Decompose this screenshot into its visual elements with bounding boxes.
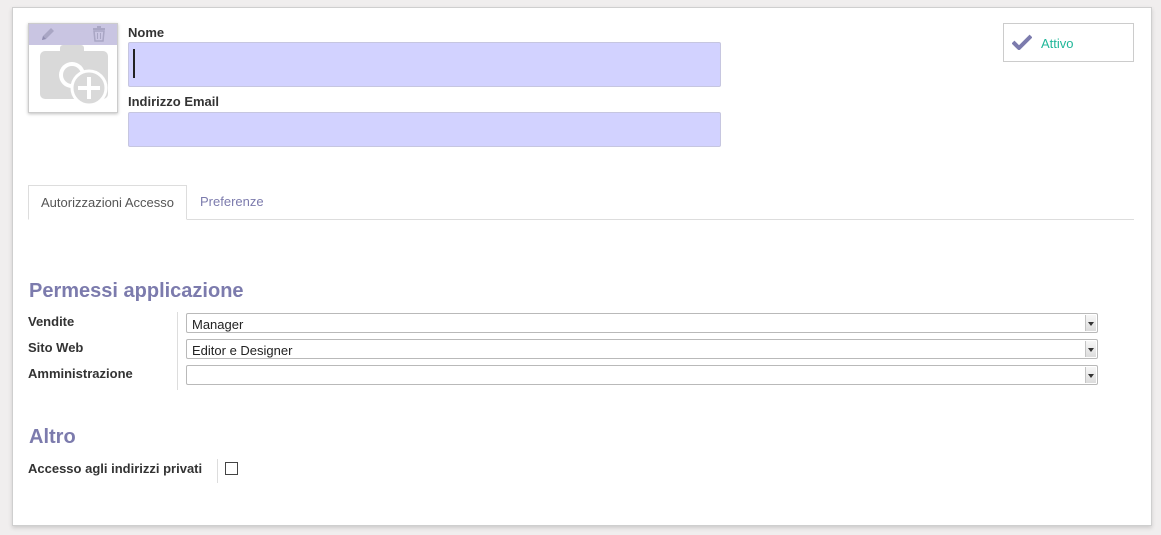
chevron-down-icon[interactable]: [1085, 367, 1096, 383]
active-label: Attivo: [1041, 36, 1074, 51]
permissions-separator: [177, 312, 178, 390]
name-input[interactable]: [128, 42, 721, 87]
avatar-image[interactable]: [28, 23, 118, 113]
website-select[interactable]: Editor e Designer: [186, 339, 1098, 359]
tab-access-rights[interactable]: Autorizzazioni Accesso: [28, 185, 187, 220]
sales-label: Vendite: [28, 314, 75, 329]
other-section-title: Altro: [29, 426, 76, 448]
name-label: Nome: [128, 25, 165, 40]
private-addresses-checkbox[interactable]: [225, 462, 238, 475]
email-label: Indirizzo Email: [128, 94, 220, 109]
sales-select[interactable]: Manager: [186, 313, 1098, 333]
active-toggle-button[interactable]: Attivo: [1003, 23, 1134, 62]
administration-select[interactable]: [186, 365, 1098, 385]
administration-label: Amministrazione: [28, 366, 133, 381]
chevron-down-icon[interactable]: [1085, 341, 1096, 357]
email-input[interactable]: [128, 112, 721, 147]
website-label: Sito Web: [28, 340, 84, 355]
name-field-wrapper: [128, 42, 721, 87]
private-addresses-label: Accesso agli indirizzi privati: [28, 461, 203, 476]
camera-add-icon: [38, 39, 110, 112]
checkmark-icon: [1011, 34, 1033, 53]
website-select-value: Editor e Designer: [192, 343, 293, 358]
sales-select-value: Manager: [192, 317, 244, 332]
permissions-section-title: Permessi applicazione: [29, 280, 244, 302]
text-caret: [133, 49, 135, 78]
tab-preferences[interactable]: Preferenze: [188, 185, 276, 220]
chevron-down-icon[interactable]: [1085, 315, 1096, 331]
form-sheet: Nome Indirizzo Email Attivo Autorizzazio…: [12, 7, 1152, 526]
other-separator: [217, 459, 218, 483]
